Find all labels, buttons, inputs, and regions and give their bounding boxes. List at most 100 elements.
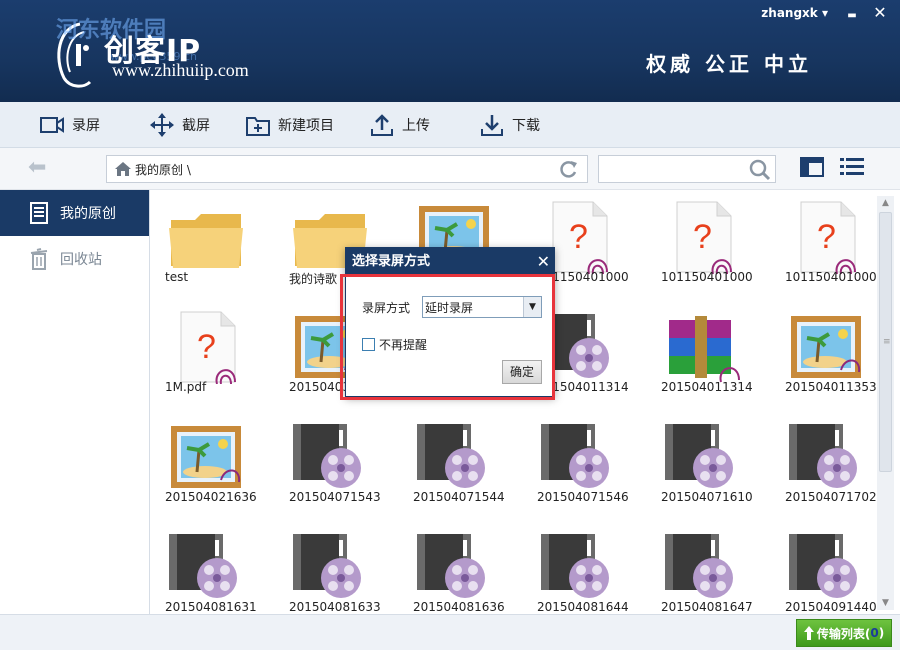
breadcrumb[interactable]: 我的原创 \ — [106, 155, 588, 183]
minimize-button[interactable]: ▬ — [840, 4, 864, 22]
file-thumbnail: ? — [661, 200, 743, 275]
video-file-icon — [665, 534, 733, 598]
file-item[interactable]: 201504071702 — [771, 410, 877, 520]
file-item[interactable]: 201504011353 — [771, 300, 877, 410]
file-item[interactable]: test — [151, 190, 261, 300]
file-item[interactable]: 201504081644 — [523, 520, 633, 614]
download-button[interactable]: 下载 — [480, 112, 540, 138]
chevron-down-icon: ▾ — [821, 6, 828, 20]
video-file-icon — [417, 424, 485, 488]
file-name: 201504011353 — [785, 380, 877, 394]
file-thumbnail — [785, 530, 867, 604]
record-screen-button[interactable]: 录屏 — [40, 112, 100, 138]
unknown-file-icon: ? — [180, 311, 236, 385]
transfer-list-suffix: ) — [878, 626, 885, 640]
file-item[interactable]: 201504071610 — [647, 410, 757, 520]
file-item[interactable]: 201504071543 — [275, 410, 385, 520]
username: zhangxk — [761, 6, 818, 20]
file-item[interactable]: 201504081636 — [399, 520, 509, 614]
scroll-thumb[interactable]: ≡ — [879, 212, 892, 472]
file-name: 1M.pdf — [165, 380, 207, 394]
move-arrows-icon — [150, 113, 174, 137]
file-thumbnail — [661, 420, 743, 494]
dialog-close-icon[interactable]: ✕ — [537, 248, 550, 276]
arrow-down-icon: ▼ — [882, 598, 889, 608]
sidebar-item-recycle-bin[interactable]: 回收站 — [0, 236, 149, 282]
file-name: 201504081631 — [165, 600, 257, 614]
file-item[interactable]: 201504071546 — [523, 410, 633, 520]
file-thumbnail — [413, 530, 495, 604]
new-project-button[interactable]: 新建项目 — [246, 112, 334, 138]
home-icon — [115, 162, 131, 176]
folder-icon — [169, 214, 243, 268]
file-thumbnail — [785, 420, 867, 494]
close-button[interactable]: ✕ — [868, 4, 892, 22]
file-item[interactable]: ? 101150401000 — [771, 190, 877, 300]
unknown-file-icon: ? — [676, 201, 732, 275]
screenshot-button[interactable]: 截屏 — [150, 112, 210, 138]
video-file-icon — [541, 424, 609, 488]
video-camera-icon — [40, 117, 64, 133]
file-thumbnail: ? — [785, 200, 867, 275]
file-item[interactable]: ? 101150401000 — [647, 190, 757, 300]
panel-view-icon[interactable] — [800, 157, 824, 177]
vertical-scrollbar[interactable]: ▲ ≡ ▼ — [877, 196, 894, 610]
transfer-list-label: 传输列表( — [816, 626, 871, 641]
file-item[interactable]: ? 1M.pdf — [151, 300, 261, 410]
list-view-icon[interactable] — [840, 157, 864, 177]
search-input[interactable] — [599, 156, 745, 182]
download-icon — [481, 115, 503, 136]
file-item[interactable]: 201504011314 — [647, 300, 757, 410]
svg-text:?: ? — [817, 218, 836, 256]
file-item[interactable]: 201504081631 — [151, 520, 261, 614]
transfer-count: 0 — [870, 626, 879, 640]
file-thumbnail — [165, 420, 247, 494]
file-name: 201504081633 — [289, 600, 381, 614]
sidebar-item-label: 我的原创 — [60, 206, 116, 222]
search-icon[interactable] — [749, 159, 771, 181]
sidebar-item-my-originals[interactable]: 我的原创 — [0, 190, 149, 236]
video-file-icon — [293, 424, 361, 488]
sidebar: 我的原创 回收站 — [0, 190, 150, 614]
file-name: 101150401000 — [661, 270, 753, 284]
file-thumbnail — [165, 530, 247, 604]
transfer-arrow-icon — [803, 626, 814, 640]
file-thumbnail — [413, 420, 495, 494]
file-name: 201504091440 — [785, 600, 877, 614]
back-arrow-icon: ⬅ — [28, 155, 47, 180]
grip-icon: ≡ — [883, 337, 891, 347]
file-name: 201504011314 — [661, 380, 753, 394]
new-folder-icon — [246, 117, 270, 136]
file-item[interactable]: 201504081647 — [647, 520, 757, 614]
upload-button[interactable]: 上传 — [370, 112, 430, 138]
file-name: 我的诗歌 — [289, 272, 338, 286]
file-name: 201504081644 — [537, 600, 629, 614]
user-menu[interactable]: zhangxk ▾ — [761, 6, 828, 20]
archive-file-icon — [669, 316, 740, 383]
file-name: 101150401000 — [785, 270, 877, 284]
dialog-titlebar: 选择录屏方式 ✕ — [346, 248, 554, 276]
back-button[interactable]: ⬅ — [28, 155, 56, 180]
svg-text:?: ? — [569, 218, 588, 256]
scroll-down-button[interactable]: ▼ — [877, 596, 894, 610]
file-item[interactable]: 201504021636 — [151, 410, 261, 520]
file-thumbnail — [661, 310, 743, 384]
file-item[interactable]: 201504091440 — [771, 520, 877, 614]
file-name: 201504081647 — [661, 600, 753, 614]
app-header: 河东软件园 www.pc0359.cn 创客IP www.zhihuiip.co… — [0, 0, 900, 102]
transfer-list-button[interactable]: 传输列表( 0 ) — [796, 619, 892, 647]
refresh-icon[interactable] — [557, 159, 579, 181]
file-name: 201504071610 — [661, 490, 753, 504]
file-name: 201504071546 — [537, 490, 629, 504]
screenshot-label: 截屏 — [182, 118, 210, 134]
minimize-icon: ▬ — [847, 10, 857, 21]
file-item[interactable]: 201504081633 — [275, 520, 385, 614]
arrow-up-icon: ▲ — [882, 198, 889, 208]
dialog-title: 选择录屏方式 — [352, 254, 431, 269]
file-thumbnail: ? — [165, 310, 247, 385]
scroll-up-button[interactable]: ▲ — [877, 196, 894, 210]
svg-text:?: ? — [197, 328, 216, 366]
status-bar: 传输列表( 0 ) — [0, 614, 900, 650]
file-item[interactable]: 201504071544 — [399, 410, 509, 520]
file-name: 201504081636 — [413, 600, 505, 614]
